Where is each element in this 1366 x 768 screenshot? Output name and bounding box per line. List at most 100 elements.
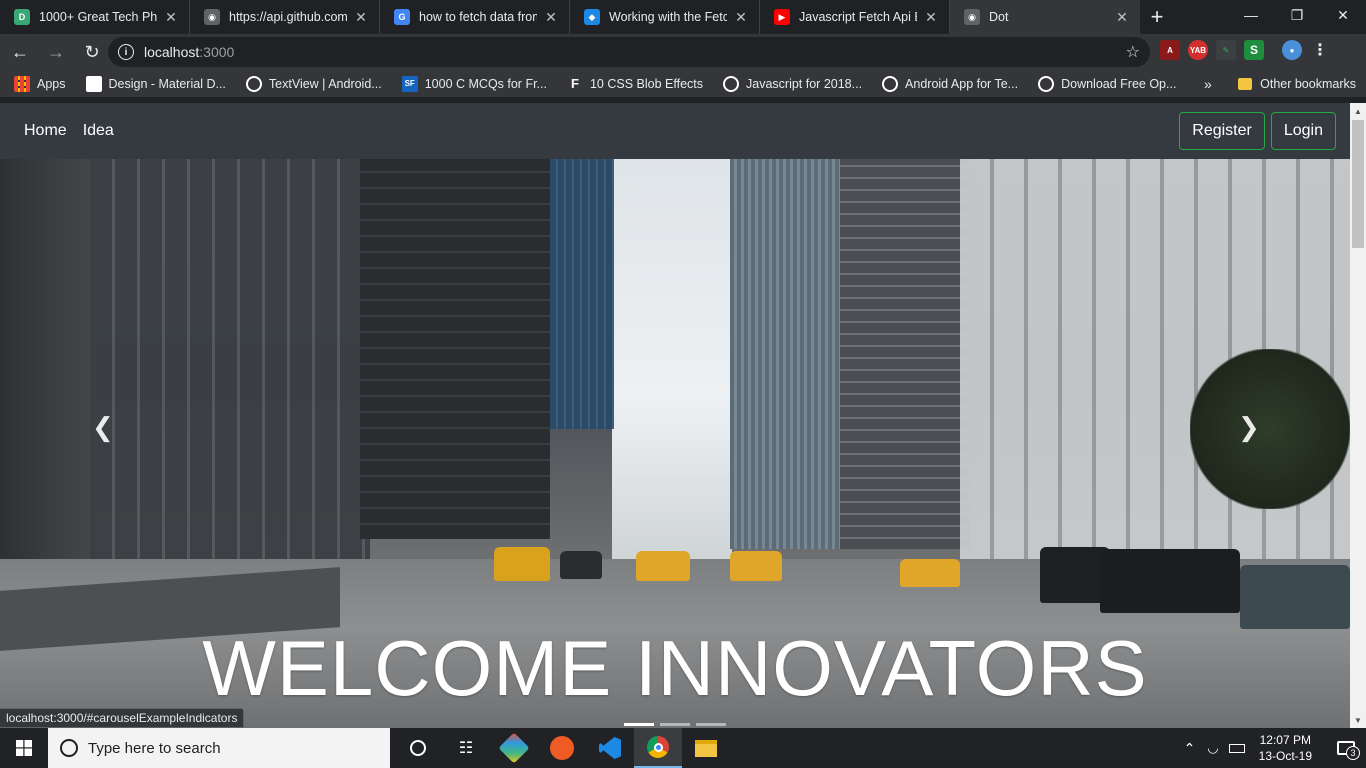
bookmark-star-icon[interactable]: ☆ <box>1126 42 1140 62</box>
scotch-icon: ◆ <box>584 9 600 25</box>
close-window-button[interactable]: ✕ <box>1320 0 1366 30</box>
nav-link-home[interactable]: Home <box>24 122 67 140</box>
address-bar[interactable]: i localhost:3000 ☆ <box>108 37 1150 67</box>
car <box>560 551 602 579</box>
forward-button[interactable]: → <box>40 36 72 68</box>
link-status-bubble: localhost:3000/#carouselExampleIndicator… <box>0 708 245 728</box>
other-bookmarks[interactable]: Other bookmarks <box>1238 77 1356 91</box>
reload-button[interactable]: ↻ <box>76 36 108 68</box>
hero-tree <box>1190 349 1350 509</box>
bookmark-item[interactable]: Javascript for 2018... <box>723 75 862 92</box>
globe-icon <box>882 75 899 92</box>
maximize-button[interactable]: ❐ <box>1274 0 1320 30</box>
clock[interactable]: 12:07 PM 13-Oct-19 <box>1259 732 1312 764</box>
system-tray: ⌃ ◡ 12:07 PM 13-Oct-19 3 <box>1184 728 1366 768</box>
google-icon: G <box>394 9 410 25</box>
site-info-icon[interactable]: i <box>118 44 134 60</box>
carousel: ❮ ❯ WELCOME INNOVATORS <box>0 159 1350 728</box>
bookmark-item[interactable]: Android App for Te... <box>882 75 1019 92</box>
scroll-down-arrow-icon[interactable]: ▼ <box>1350 712 1366 728</box>
tray-chevron-up-icon[interactable]: ⌃ <box>1184 740 1196 757</box>
browser-tab[interactable]: ◉ https://api.github.com/u ✕ <box>190 0 380 34</box>
carousel-indicator[interactable] <box>696 723 726 726</box>
carousel-prev-arrow-icon[interactable]: ❮ <box>92 412 114 443</box>
bookmark-item[interactable]: F 10 CSS Blob Effects <box>567 76 703 92</box>
globe-icon: ◉ <box>204 9 220 25</box>
nav-link-idea[interactable]: Idea <box>83 122 114 140</box>
tab-close-icon[interactable]: ✕ <box>1114 9 1130 26</box>
bookmark-item[interactable]: Download Free Op... <box>1038 75 1176 92</box>
bookmark-label: Android App for Te... <box>905 76 1019 91</box>
tab-close-icon[interactable]: ✕ <box>543 9 559 26</box>
carousel-next-arrow-icon[interactable]: ❯ <box>1238 412 1260 443</box>
tab-title: https://api.github.com/u <box>229 10 347 24</box>
cortana-icon[interactable] <box>394 728 442 768</box>
sf-icon: SF <box>401 75 418 92</box>
hero-caption: WELCOME INNOVATORS <box>202 624 1148 712</box>
other-bookmarks-label: Other bookmarks <box>1260 76 1356 91</box>
hero-building <box>550 159 614 429</box>
hero-sky <box>612 159 732 559</box>
globe-icon <box>245 75 262 92</box>
bookmark-label: 10 CSS Blob Effects <box>589 76 704 91</box>
youtube-icon: ▶ <box>774 9 790 25</box>
extensions-area: A YAB ✎ S ● ⋮ <box>1160 40 1330 60</box>
new-tab-button[interactable]: + <box>1140 0 1174 34</box>
bookmarks-bar: Apps Design - Material D... TextView | And… <box>0 70 1366 98</box>
hero-building <box>90 159 370 559</box>
file-explorer-app-icon[interactable] <box>682 728 730 768</box>
vscode-app-icon[interactable] <box>586 728 634 768</box>
bookmark-item[interactable]: SF 1000 C MCQs for Fr... <box>401 75 547 92</box>
carousel-indicator[interactable] <box>660 723 690 726</box>
browser-tab[interactable]: Ghow to fetch data from ✕ <box>380 0 570 34</box>
browser-tab[interactable]: D 1000+ Great Tech Photos ✕ <box>0 0 190 34</box>
browser-tab[interactable]: ◉ Dot ✕ <box>950 0 1140 34</box>
tab-title: how to fetch data from <box>419 10 537 24</box>
chrome-menu-icon[interactable]: ⋮ <box>1310 40 1330 60</box>
start-button[interactable] <box>0 728 48 768</box>
page-viewport: ❮ ❯ WELCOME INNOVATORS Home Idea Registe… <box>0 103 1350 728</box>
address-url: localhost:3000 <box>144 44 235 60</box>
bookmark-item[interactable]: Design - Material D... <box>85 75 226 92</box>
tab-close-icon[interactable]: ✕ <box>163 9 179 26</box>
carousel-indicator[interactable] <box>624 723 654 726</box>
git-kraken-app-icon[interactable] <box>490 728 538 768</box>
tab-title: 1000+ Great Tech Photos <box>39 10 157 24</box>
action-center-icon[interactable]: 3 <box>1326 728 1366 768</box>
taxi <box>636 551 690 581</box>
scrollbar-thumb[interactable] <box>1352 120 1364 248</box>
browser-tab[interactable]: ◆ Working with the Fetch ✕ <box>570 0 760 34</box>
tab-close-icon[interactable]: ✕ <box>923 9 939 26</box>
page-scrollbar[interactable]: ▲ ▼ <box>1350 103 1366 728</box>
wifi-icon[interactable]: ◡ <box>1207 740 1218 756</box>
globe-icon <box>1038 75 1055 92</box>
taskbar-search-box[interactable]: Type here to search <box>48 728 390 768</box>
task-view-icon[interactable]: ☷ <box>442 728 490 768</box>
bookmark-item[interactable]: Apps <box>14 75 66 92</box>
bookmark-item[interactable]: TextView | Android... <box>245 75 382 92</box>
scroll-up-arrow-icon[interactable]: ▲ <box>1350 103 1366 119</box>
browser-toolbar: ← → ↻ i localhost:3000 ☆ A YAB ✎ S ● ⋮ <box>0 34 1366 70</box>
battery-icon[interactable] <box>1228 743 1245 753</box>
globe-icon <box>723 75 740 92</box>
register-button[interactable]: Register <box>1179 112 1265 150</box>
more-bookmarks-chevron-icon[interactable]: » <box>1204 76 1212 92</box>
yab-extension-icon[interactable]: YAB <box>1188 40 1208 60</box>
folder-icon <box>1238 77 1253 90</box>
s-extension-icon[interactable]: S <box>1244 40 1264 60</box>
tab-close-icon[interactable]: ✕ <box>733 9 749 26</box>
pdf-extension-icon[interactable]: A <box>1160 40 1180 60</box>
tab-title: Working with the Fetch <box>609 10 727 24</box>
chrome-app-icon[interactable] <box>634 728 682 768</box>
profile-avatar-icon[interactable]: ● <box>1282 40 1302 60</box>
taxi <box>900 559 960 587</box>
clock-date: 13-Oct-19 <box>1258 749 1312 763</box>
tab-close-icon[interactable]: ✕ <box>353 9 369 26</box>
browser-tab[interactable]: ▶ Javascript Fetch Api Exa ✕ <box>760 0 950 34</box>
minimize-button[interactable]: — <box>1228 0 1274 30</box>
back-button[interactable]: ← <box>4 36 36 68</box>
postman-app-icon[interactable] <box>538 728 586 768</box>
pen-extension-icon[interactable]: ✎ <box>1216 40 1236 60</box>
login-button[interactable]: Login <box>1270 112 1336 150</box>
windows-logo-icon <box>16 740 32 756</box>
